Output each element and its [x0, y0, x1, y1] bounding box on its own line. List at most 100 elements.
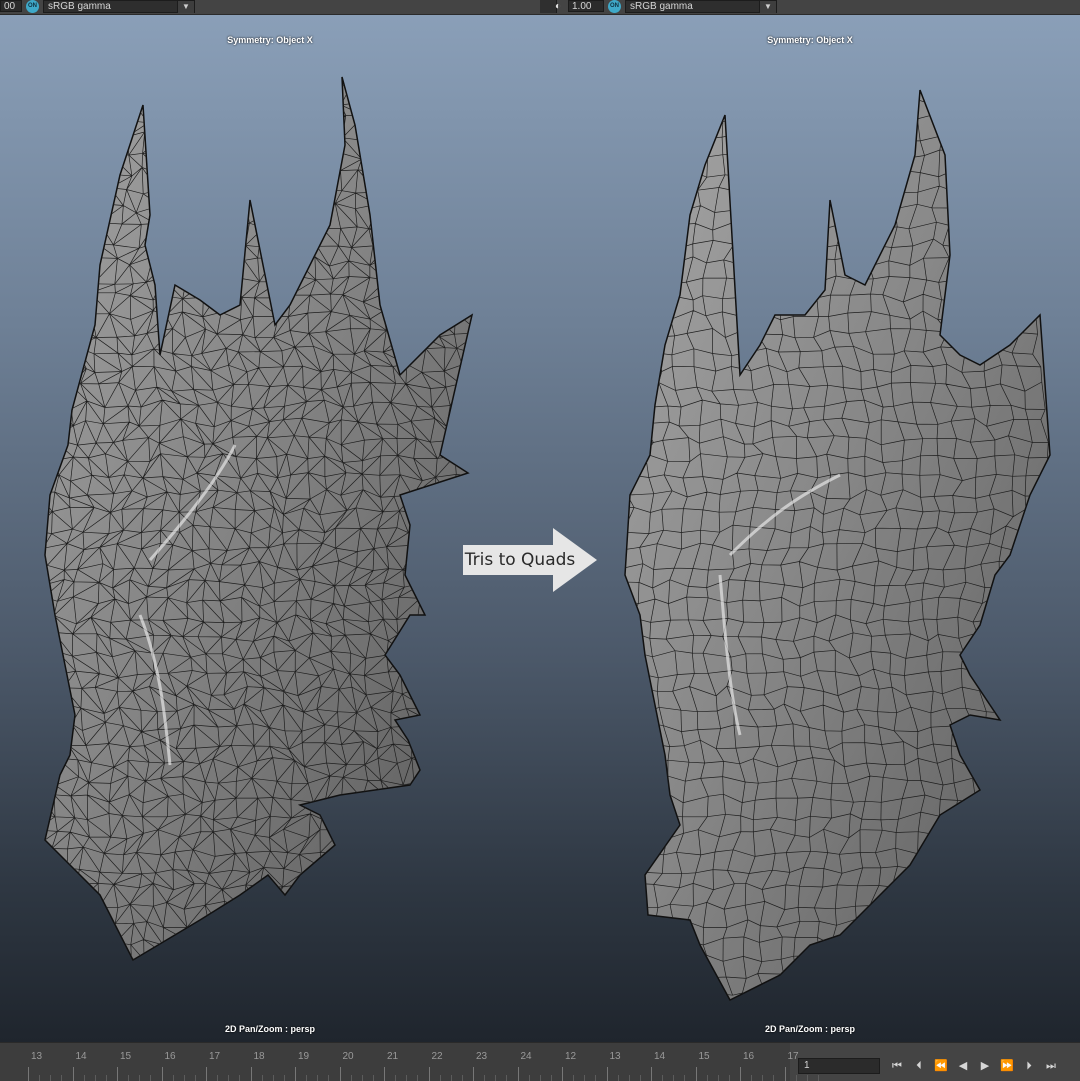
exposure-field[interactable]: 00 — [0, 0, 22, 12]
timeline-tick — [283, 1075, 285, 1081]
step-back-key-icon[interactable]: ⏪ — [930, 1057, 952, 1075]
timeline-tick-label: 18 — [253, 1051, 265, 1062]
gamma-field[interactable]: 1.00 — [568, 0, 604, 12]
timeline-tick — [651, 1067, 652, 1081]
timeline-ruler[interactable]: 13 14 15 16 17 18 19 20 21 22 23 24 12 13 14 15 16 17 — [0, 1043, 819, 1081]
timeline-tick-label: 17 — [209, 1051, 221, 1062]
timeline-tick — [328, 1075, 330, 1081]
timeline-tick — [161, 1067, 163, 1081]
timeline-tick — [795, 1075, 797, 1081]
timeline-tick — [317, 1075, 319, 1081]
timeline-tick — [372, 1075, 374, 1081]
timeline-tick — [773, 1075, 775, 1081]
timeline-tick — [806, 1075, 808, 1081]
timeline-tick — [250, 1067, 252, 1081]
timeline-tick — [194, 1075, 196, 1081]
timeline-tick-label: 17 — [787, 1051, 799, 1062]
timeline-tick — [272, 1075, 274, 1081]
timeline-tick — [517, 1067, 519, 1081]
timeline-tick — [450, 1075, 452, 1081]
timeline-tick — [606, 1067, 608, 1081]
timeline-tick — [406, 1075, 408, 1081]
timeline-tick-label: 14 — [654, 1051, 666, 1062]
dropdown-arrow-icon: ▼ — [177, 1, 194, 13]
timeline-tick — [695, 1067, 697, 1081]
go-to-end-icon[interactable]: ⏭ — [1040, 1057, 1062, 1075]
timeline-tick — [506, 1075, 508, 1081]
current-frame-field[interactable]: 1 — [798, 1058, 880, 1074]
timeline-tick — [183, 1075, 185, 1081]
viewport-left[interactable]: Symmetry: Object X 2D Pan/Zoom : persp — [0, 15, 540, 1042]
timeline-tick — [662, 1075, 664, 1081]
timeline-tick — [639, 1075, 641, 1081]
timeline-tick — [461, 1075, 463, 1081]
timeline-tick — [628, 1075, 630, 1081]
go-to-start-icon[interactable]: ⏮ — [886, 1057, 908, 1075]
timeline-tick-label: 16 — [743, 1051, 755, 1062]
viewport-toolbar-left: 00 ON sRGB gamma ▼ — [0, 0, 540, 15]
timeline-tick — [350, 1075, 352, 1081]
timeline-tick — [83, 1075, 85, 1081]
timeline-tick — [395, 1075, 397, 1081]
timeline-tick — [105, 1075, 107, 1081]
timeline-tick — [762, 1075, 764, 1081]
timeline-tick-label: 16 — [164, 1051, 176, 1062]
timeline-tick — [128, 1075, 130, 1081]
timeline-tick-label: 23 — [476, 1051, 488, 1062]
timeline-tick — [751, 1075, 753, 1081]
timeline-tick — [339, 1067, 341, 1081]
exposure-icon[interactable]: ◐ — [551, 0, 565, 13]
timeline-tick — [217, 1075, 219, 1081]
timeline-tick — [595, 1075, 597, 1081]
view-transform-dropdown[interactable]: sRGB gamma ▼ — [43, 0, 195, 13]
timeline-tick — [584, 1075, 586, 1081]
timeline-tick — [61, 1075, 63, 1081]
play-forward-icon[interactable]: ▶ — [974, 1057, 996, 1075]
colormanage-icon[interactable]: ON — [608, 0, 621, 13]
timeline-tick — [228, 1075, 230, 1081]
timeline-tick — [28, 1067, 29, 1081]
timeline-tick — [484, 1075, 486, 1081]
timeline-tick — [495, 1075, 497, 1081]
timeline-tick — [439, 1075, 441, 1081]
timeline-tick — [306, 1075, 308, 1081]
timeline-tick — [784, 1067, 786, 1081]
timeline-tick — [117, 1067, 118, 1081]
timeline-tick — [94, 1075, 96, 1081]
timeline-tick — [295, 1067, 296, 1081]
view-transform-value: sRGB gamma — [630, 1, 693, 12]
helmet-model-quads[interactable] — [540, 15, 1080, 1042]
timeline-tick-label: 14 — [75, 1051, 87, 1062]
timeline-tick-label: 12 — [565, 1051, 577, 1062]
timeline-tick — [550, 1075, 552, 1081]
timeline-tick — [539, 1075, 541, 1081]
timeline-tick — [139, 1075, 141, 1081]
step-forward-icon[interactable]: ⏵ — [1018, 1057, 1040, 1075]
colormanage-icon[interactable]: ON — [26, 0, 39, 13]
timeline-tick — [384, 1067, 385, 1081]
timeline-tick — [728, 1075, 730, 1081]
timeline-tick-label: 21 — [387, 1051, 399, 1062]
timeline-tick — [473, 1067, 474, 1081]
timeline-tick — [417, 1075, 419, 1081]
timeline-tick — [562, 1067, 563, 1081]
timeline-tick-label: 24 — [520, 1051, 532, 1062]
helmet-model-tris[interactable] — [0, 15, 540, 1042]
timeline-tick-label: 20 — [342, 1051, 354, 1062]
timeline-tick-label: 13 — [609, 1051, 621, 1062]
timeline-tick — [817, 1075, 819, 1081]
timeline-tick — [706, 1075, 708, 1081]
timeline-tick — [261, 1075, 263, 1081]
play-backward-icon[interactable]: ◀ — [952, 1057, 974, 1075]
step-back-icon[interactable]: ⏴ — [908, 1057, 930, 1075]
timeline-tick — [684, 1075, 686, 1081]
view-transform-dropdown[interactable]: sRGB gamma ▼ — [625, 0, 777, 13]
step-forward-key-icon[interactable]: ⏩ — [996, 1057, 1018, 1075]
timeline-tick-label: 22 — [431, 1051, 443, 1062]
camera-label: 2D Pan/Zoom : persp — [224, 1024, 315, 1034]
arrow-label: Tris to Quads — [464, 550, 576, 570]
time-slider[interactable]: 13 14 15 16 17 18 19 20 21 22 23 24 12 13 14 15 16 17 1 ⏮… — [0, 1042, 1080, 1081]
viewport-right[interactable]: Symmetry: Object X 2D Pan/Zoom : persp — [540, 15, 1080, 1042]
timeline-tick — [573, 1075, 575, 1081]
timeline-tick — [740, 1067, 741, 1081]
